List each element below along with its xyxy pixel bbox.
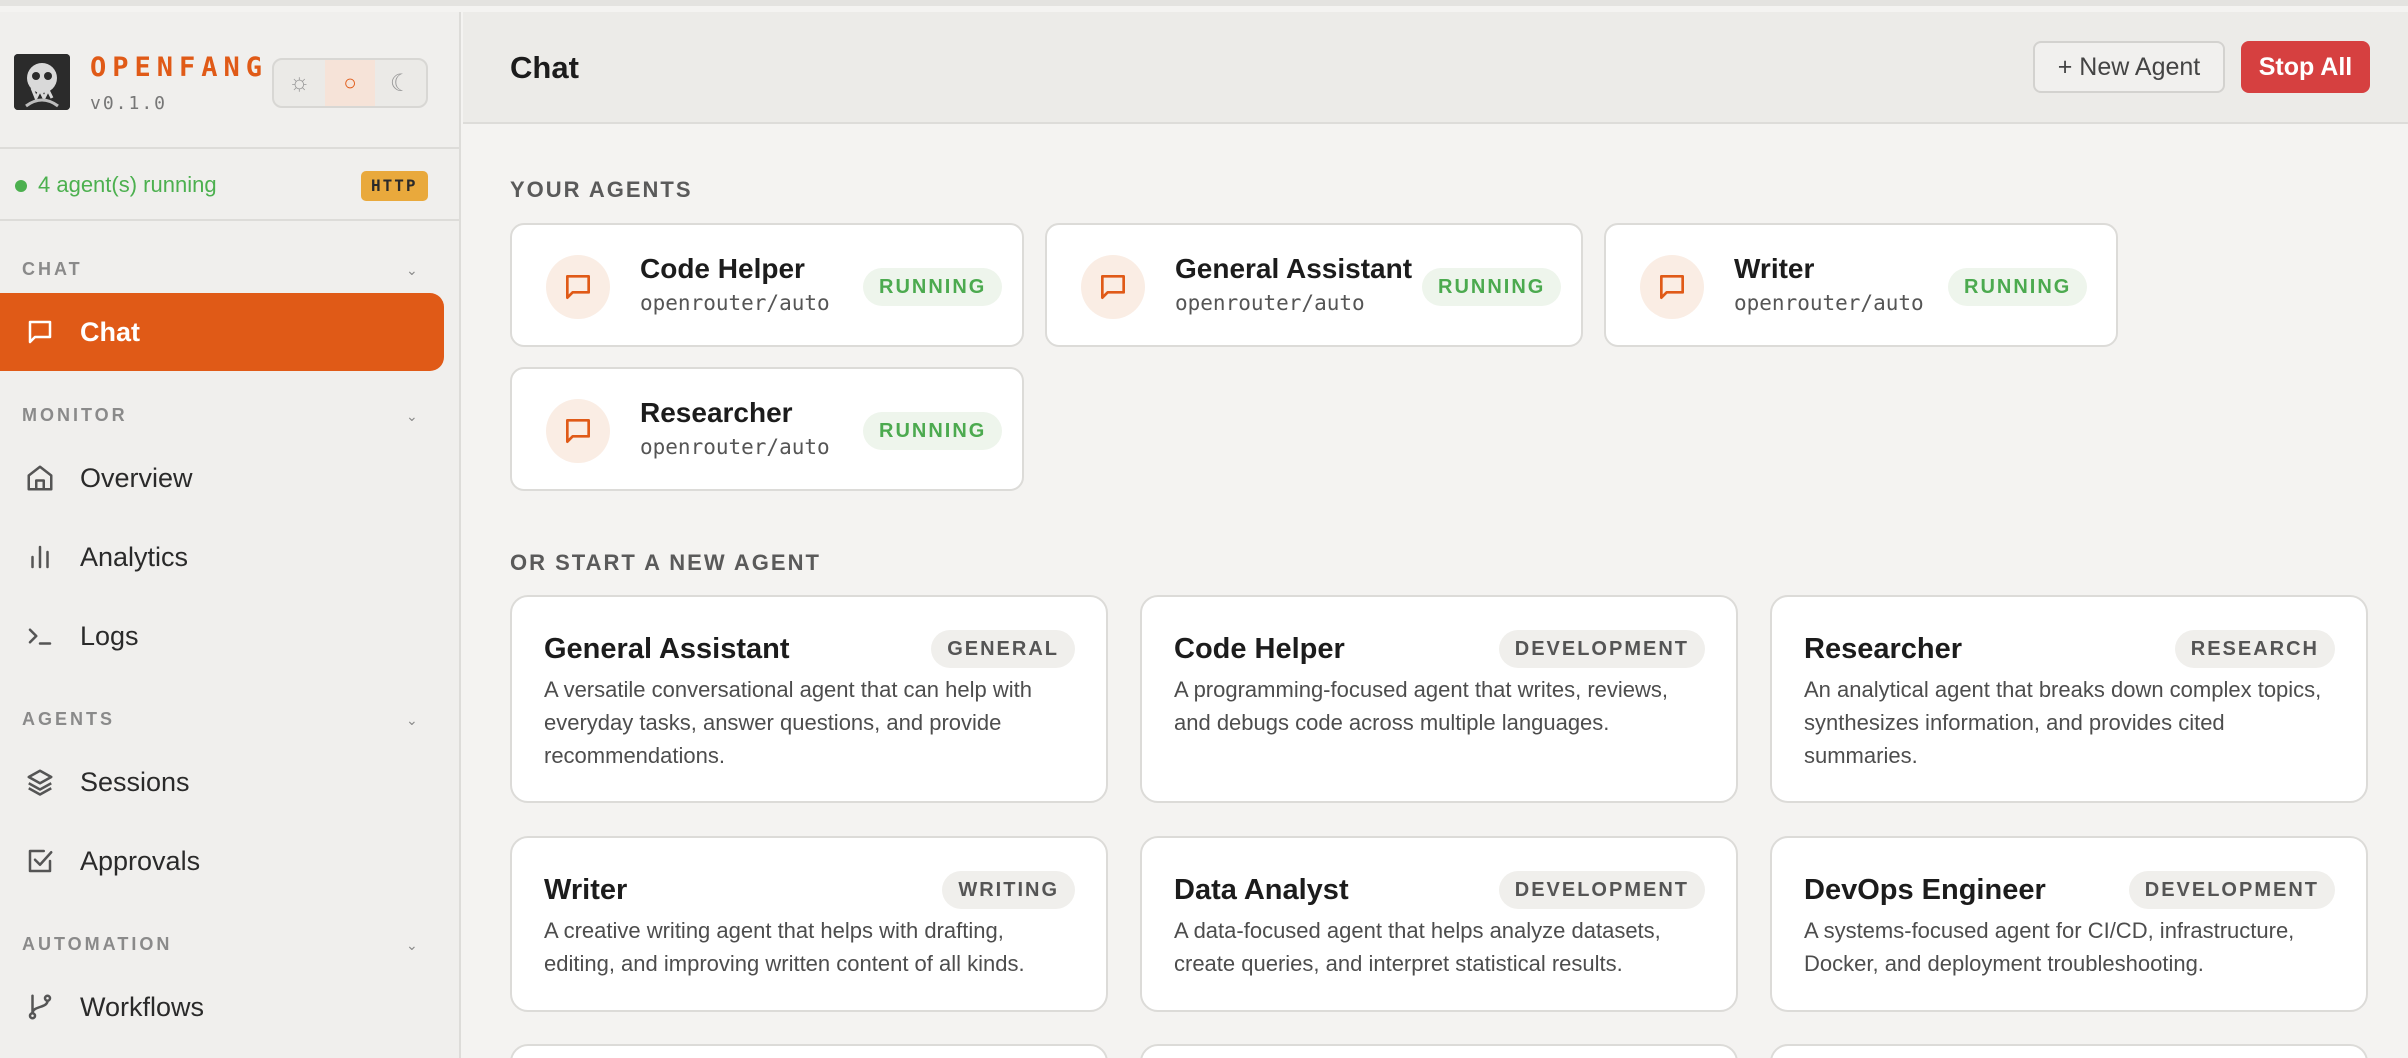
template-card-devops-engineer[interactable]: DevOps Engineer DEVELOPMENT A systems-fo… — [1770, 836, 2368, 1012]
home-icon — [0, 463, 80, 493]
template-card[interactable] — [1140, 1044, 1738, 1058]
template-card-data-analyst[interactable]: Data Analyst DEVELOPMENT A data-focused … — [1140, 836, 1738, 1012]
template-card-code-helper[interactable]: Code Helper DEVELOPMENT A programming-fo… — [1140, 595, 1738, 803]
brand-header: OPENFANG v0.1.0 ☼ ○ ☾ — [0, 12, 459, 149]
checkbox-icon — [0, 846, 80, 876]
layers-icon — [0, 767, 80, 797]
status-badge: RUNNING — [863, 412, 1003, 450]
chat-icon — [1640, 255, 1704, 319]
category-badge: DEVELOPMENT — [1498, 630, 1705, 668]
template-name: General Assistant — [544, 633, 790, 665]
chevron-down-icon[interactable]: ⌄ — [406, 712, 418, 729]
category-badge: DEVELOPMENT — [2128, 871, 2335, 909]
page-title: Chat — [510, 50, 579, 85]
sidebar-item-analytics[interactable]: Analytics — [0, 518, 444, 596]
template-description: A creative writing agent that helps with… — [544, 918, 1025, 976]
agent-card-code-helper[interactable]: Code Helper openrouter/auto RUNNING — [510, 223, 1024, 347]
sidebar-item-label: Logs — [80, 620, 139, 651]
git-branch-icon — [0, 992, 80, 1022]
agent-model: openrouter/auto — [640, 435, 830, 459]
agent-status-text: 4 agent(s) running — [38, 172, 217, 197]
template-card-writer[interactable]: Writer WRITING A creative writing agent … — [510, 836, 1108, 1012]
chevron-down-icon[interactable]: ⌄ — [406, 408, 418, 425]
template-description: A data-focused agent that helps analyze … — [1174, 918, 1661, 976]
agent-card-writer[interactable]: Writer openrouter/auto RUNNING — [1604, 223, 2118, 347]
main-content: Chat + New Agent Stop All YOUR AGENTS Co… — [463, 12, 2408, 1058]
sidebar-item-sessions[interactable]: Sessions — [0, 743, 444, 821]
template-description: A systems-focused agent for CI/CD, infra… — [1804, 918, 2295, 976]
sidebar-item-label: Workflows — [80, 991, 205, 1022]
new-agent-button[interactable]: + New Agent — [2033, 41, 2225, 93]
template-description: An analytical agent that breaks down com… — [1804, 677, 2322, 768]
category-badge: GENERAL — [931, 630, 1075, 668]
template-card-general-assistant[interactable]: General Assistant GENERAL A versatile co… — [510, 595, 1108, 803]
template-name: DevOps Engineer — [1804, 874, 2046, 906]
chevron-down-icon[interactable]: ⌄ — [406, 937, 418, 954]
sidebar-item-logs[interactable]: Logs — [0, 597, 444, 675]
section-label-chat[interactable]: CHAT — [22, 259, 83, 280]
section-label-automation[interactable]: AUTOMATION — [22, 934, 172, 955]
status-badge: RUNNING — [1422, 268, 1562, 306]
status-badge: RUNNING — [1948, 268, 2088, 306]
http-badge: HTTP — [361, 171, 428, 201]
openfang-logo — [14, 54, 70, 110]
template-name: Writer — [544, 874, 628, 906]
category-badge: RESEARCH — [2174, 630, 2335, 668]
dark-theme-icon[interactable]: ☾ — [375, 60, 426, 106]
template-name: Code Helper — [1174, 633, 1345, 665]
section-label-monitor[interactable]: MONITOR — [22, 405, 128, 426]
template-name: Researcher — [1804, 633, 1962, 665]
agent-model: openrouter/auto — [640, 291, 830, 315]
theme-toggle: ☼ ○ ☾ — [272, 58, 428, 108]
section-label-agents[interactable]: AGENTS — [22, 709, 115, 730]
category-badge: DEVELOPMENT — [1498, 871, 1705, 909]
category-badge: WRITING — [942, 871, 1075, 909]
app-window: OPENFANG v0.1.0 ☼ ○ ☾ 4 agent(s) running… — [0, 0, 2408, 1058]
sidebar-item-chat[interactable]: Chat — [0, 293, 444, 371]
new-agent-heading: OR START A NEW AGENT — [510, 550, 821, 575]
status-badge: RUNNING — [863, 268, 1003, 306]
brand-version: v0.1.0 — [90, 93, 168, 114]
sidebar-item-label: Chat — [80, 316, 140, 347]
agent-card-general-assistant[interactable]: General Assistant openrouter/auto RUNNIN… — [1045, 223, 1583, 347]
bar-chart-icon — [0, 542, 80, 572]
agent-model: openrouter/auto — [1175, 291, 1365, 315]
chevron-down-icon[interactable]: ⌄ — [406, 262, 418, 279]
sidebar-item-workflows[interactable]: Workflows — [0, 968, 444, 1046]
sidebar-item-label: Approvals — [80, 845, 201, 876]
status-dot-icon — [15, 180, 27, 192]
template-card[interactable] — [1770, 1044, 2368, 1058]
agent-name: Researcher — [640, 397, 793, 428]
terminal-icon — [0, 621, 80, 651]
template-card[interactable] — [510, 1044, 1108, 1058]
sidebar: OPENFANG v0.1.0 ☼ ○ ☾ 4 agent(s) running… — [0, 12, 461, 1058]
agent-card-researcher[interactable]: Researcher openrouter/auto RUNNING — [510, 367, 1024, 491]
light-theme-icon[interactable]: ☼ — [274, 60, 325, 106]
system-theme-icon[interactable]: ○ — [324, 60, 376, 106]
chat-icon — [0, 317, 80, 347]
top-bar: Chat + New Agent Stop All — [463, 12, 2408, 124]
sidebar-item-label: Sessions — [80, 766, 190, 797]
agent-name: General Assistant — [1175, 253, 1413, 284]
template-description: A versatile conversational agent that ca… — [544, 677, 1032, 768]
sidebar-item-approvals[interactable]: Approvals — [0, 822, 444, 900]
agent-name: Writer — [1734, 253, 1815, 284]
sidebar-item-label: Analytics — [80, 541, 189, 572]
chat-icon — [1081, 255, 1145, 319]
your-agents-heading: YOUR AGENTS — [510, 177, 693, 202]
template-card-researcher[interactable]: Researcher RESEARCH An analytical agent … — [1770, 595, 2368, 803]
chat-icon — [546, 255, 610, 319]
template-description: A programming-focused agent that writes,… — [1174, 677, 1669, 735]
brand-name: OPENFANG — [90, 52, 269, 83]
chat-icon — [546, 399, 610, 463]
agent-name: Code Helper — [640, 253, 805, 284]
stop-all-button[interactable]: Stop All — [2241, 41, 2370, 93]
template-name: Data Analyst — [1174, 874, 1349, 906]
sidebar-item-overview[interactable]: Overview — [0, 439, 444, 517]
agent-status-row: 4 agent(s) running HTTP — [0, 149, 459, 221]
agent-model: openrouter/auto — [1734, 291, 1924, 315]
sidebar-item-label: Overview — [80, 462, 193, 493]
